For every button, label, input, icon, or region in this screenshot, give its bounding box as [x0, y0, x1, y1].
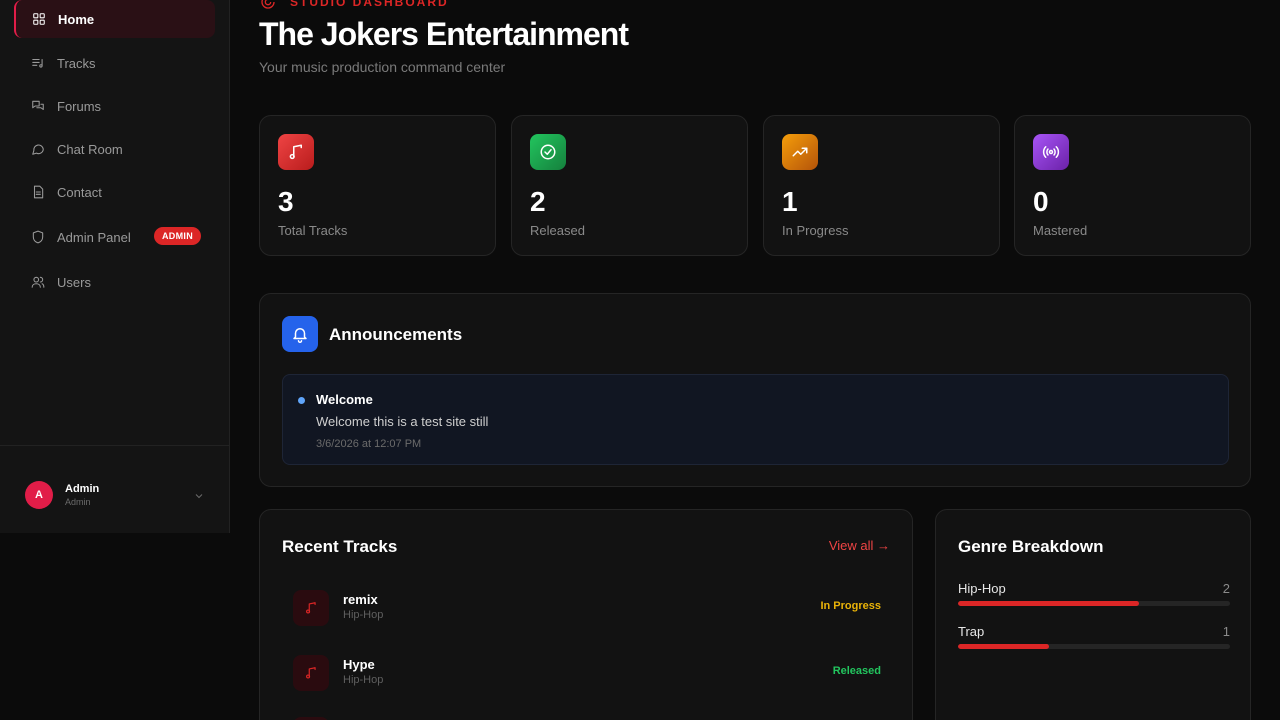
document-icon: [31, 185, 45, 199]
users-icon: [31, 275, 45, 289]
sidebar-item-home[interactable]: Home: [14, 0, 215, 38]
page-subtitle: Your music production command center: [259, 59, 506, 75]
sidebar-item-label: Tracks: [57, 55, 96, 71]
sidebar-item-forums[interactable]: Forums: [14, 87, 215, 125]
stat-value: 0: [1033, 186, 1049, 217]
track-name: Hype: [343, 657, 375, 672]
sidebar: Home Tracks Forums Chat Room Contact Adm…: [0, 0, 230, 533]
page-eyebrow: STUDIO DASHBOARD: [260, 0, 449, 10]
track-row[interactable]: remix Hip-Hop In Progress: [293, 588, 881, 628]
stat-label: Total Tracks: [278, 223, 348, 238]
unread-dot: [298, 397, 305, 404]
track-status: Released: [832, 665, 881, 677]
avatar: A: [25, 481, 53, 509]
genre-count: 1: [1222, 624, 1230, 639]
stat-value: 2: [530, 186, 546, 217]
sidebar-item-tracks[interactable]: Tracks: [14, 44, 215, 82]
announcement-title: Welcome: [316, 392, 373, 407]
sidebar-item-label: Home: [58, 11, 95, 27]
eyebrow-text: STUDIO DASHBOARD: [290, 0, 449, 9]
genre-bar-track: [958, 601, 1230, 606]
track-name: remix: [343, 592, 378, 607]
genre-bar-track: [958, 644, 1230, 649]
bell-icon: [282, 316, 318, 352]
stat-card-released: 2 Released: [511, 115, 748, 256]
broadcast-icon: [1042, 146, 1060, 158]
track-genre: Hip-Hop: [343, 609, 384, 621]
announcement-date: 3/6/2026 at 12:07 PM: [316, 438, 422, 450]
announcement-body: Welcome this is a test site still: [316, 414, 489, 429]
announcement-item[interactable]: Welcome Welcome this is a test site stil…: [282, 374, 1229, 465]
user-role: Admin: [65, 497, 91, 507]
genre-row: Hip-Hop 2: [958, 581, 1230, 613]
sidebar-item-label: Contact: [57, 184, 102, 200]
studio-logo-icon: [261, 0, 275, 9]
sidebar-item-label: Users: [57, 274, 91, 290]
sidebar-item-label: Admin Panel: [57, 229, 131, 245]
stat-icon-box: [782, 134, 818, 170]
announcements-panel: Announcements Welcome Welcome this is a …: [259, 293, 1251, 487]
announcements-title: Announcements: [329, 325, 463, 344]
user-menu[interactable]: A Admin Admin: [25, 480, 205, 510]
sidebar-item-admin-panel[interactable]: Admin Panel ADMIN: [14, 218, 215, 256]
stat-card-mastered: 0 Mastered: [1014, 115, 1251, 256]
sidebar-item-chat-room[interactable]: Chat Room: [14, 130, 215, 168]
genre-name: Hip-Hop: [958, 581, 1006, 596]
page-title: The Jokers Entertainment: [259, 16, 629, 52]
track-genre: Hip-Hop: [343, 674, 384, 686]
stat-label: In Progress: [782, 223, 849, 238]
trending-up-icon: [792, 147, 808, 157]
genre-name: Trap: [958, 624, 985, 639]
stat-card-total-tracks: 3 Total Tracks: [259, 115, 496, 256]
view-all-link[interactable]: View all →: [829, 538, 890, 553]
sidebar-item-label: Forums: [57, 98, 102, 114]
stat-label: Mastered: [1033, 223, 1088, 238]
sidebar-item-label: Chat Room: [57, 141, 123, 157]
recent-tracks-title: Recent Tracks: [282, 537, 398, 556]
stat-label: Released: [530, 223, 585, 238]
stat-card-in-progress: 1 In Progress: [763, 115, 1000, 256]
stat-value: 3: [278, 186, 294, 217]
grid-icon: [32, 12, 46, 26]
recent-tracks-panel: Recent Tracks View all → remix Hip-Hop I…: [259, 509, 913, 720]
genre-breakdown-title: Genre Breakdown: [958, 537, 1104, 556]
track-status: In Progress: [820, 600, 881, 612]
stat-icon-box: [1033, 134, 1069, 170]
track-row[interactable]: [293, 715, 881, 720]
stat-icon-box: [278, 134, 314, 170]
genre-bar-fill: [958, 644, 1049, 649]
admin-badge: ADMIN: [154, 227, 201, 245]
messages-icon: [31, 99, 45, 113]
list-music-icon: [31, 56, 45, 70]
genre-breakdown-panel: Genre Breakdown Hip-Hop 2 Trap 1: [935, 509, 1251, 720]
sidebar-item-contact[interactable]: Contact: [14, 173, 215, 211]
track-row[interactable]: Hype Hip-Hop Released: [293, 653, 881, 693]
music-note-icon: [293, 655, 329, 691]
music-note-icon: [293, 590, 329, 626]
stat-icon-box: [530, 134, 566, 170]
chevron-down-icon[interactable]: [193, 489, 205, 501]
user-info: Admin Admin: [65, 483, 99, 507]
check-circle-icon: [540, 144, 556, 160]
genre-bar-fill: [958, 601, 1140, 606]
genre-row: Trap 1: [958, 624, 1230, 656]
sidebar-divider: [0, 445, 229, 446]
genre-count: 2: [1222, 581, 1230, 596]
music-note-icon: [289, 144, 302, 160]
stat-value: 1: [782, 186, 798, 217]
shield-icon: [31, 230, 45, 244]
chat-bubble-icon: [31, 142, 45, 156]
sidebar-item-users[interactable]: Users: [14, 263, 215, 301]
user-name: Admin: [65, 483, 100, 495]
